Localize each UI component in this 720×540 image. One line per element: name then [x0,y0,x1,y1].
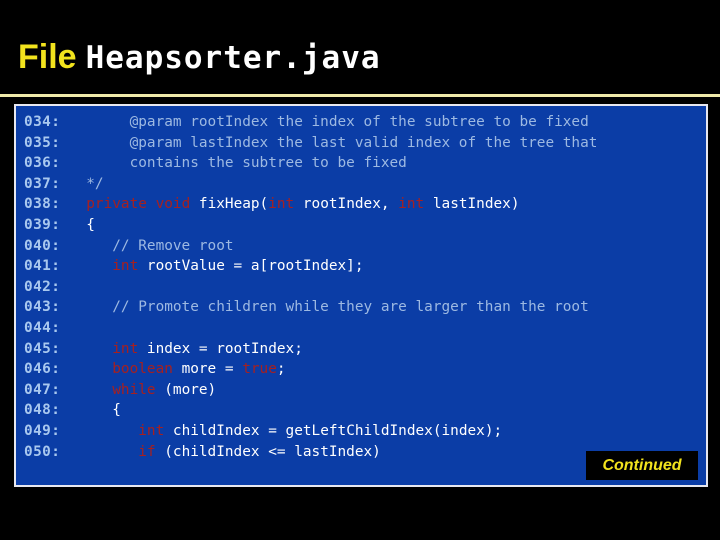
code-line-number: 047: [24,381,61,398]
code-token-kw: while [112,381,156,398]
code-token-kw: int [112,340,139,357]
code-token-txt: childIndex = getLeftChildIndex(index); [164,422,503,439]
code-token-kw: boolean [112,361,173,378]
code-line-number: 034: [24,114,61,130]
code-token-txt: rootValue = a[rootIndex]; [138,258,364,275]
code-token-txt: fixHeap( [190,196,269,213]
code-token-kw: void [155,196,191,213]
title-filename: Heapsorter.java [85,40,381,76]
code-line: 049: int childIndex = getLeftChildIndex(… [24,421,706,442]
code-token-txt: ; [276,361,286,378]
code-line-number: 040: [24,237,61,254]
code-token-kw: if [138,443,156,460]
code-token-txt: { [60,402,121,419]
code-line-number: 038: [24,196,61,213]
title-divider-rule [0,94,720,97]
code-token-kw: int [398,196,425,213]
code-token-txt: rootIndex, [294,196,399,213]
continued-badge: Continued [586,451,698,480]
code-line: 039: { [24,215,706,236]
code-token-txt: lastIndex) [424,196,520,213]
code-lines-container: 034: @param rootIndex the index of the s… [24,112,706,462]
code-line: 042: [24,277,706,298]
code-line: 045: int index = rootIndex; [24,339,706,360]
code-token-cmt: @param rootIndex the index of the subtre… [129,114,589,130]
page-title: File Heapsorter.java [18,38,381,77]
code-token-kw: true [242,361,277,378]
code-token-cmt: // Remove root [112,237,234,254]
code-line-number: 039: [24,216,61,233]
code-line: 044: [24,318,706,339]
code-line: 036: contains the subtree to be fixed [24,153,706,174]
code-line: 040: // Remove root [24,236,706,257]
code-line: 038: private void fixHeap(int rootIndex,… [24,194,706,215]
code-token-kw: int [268,196,295,213]
code-token-cmt: contains the subtree to be fixed [129,155,407,172]
slide-canvas: File Heapsorter.java 034: @param rootInde… [0,0,720,540]
code-line: 034: @param rootIndex the index of the s… [24,112,706,133]
code-line-number: 044: [24,319,61,336]
code-line-number: 046: [24,361,61,378]
code-token-kw: int [138,422,165,439]
code-token-txt: index = rootIndex; [138,340,303,357]
title-keyword-file: File [18,38,77,76]
code-token-cmt: @param lastIndex the last valid index of… [129,134,598,151]
code-line: 035: @param lastIndex the last valid ind… [24,133,706,154]
code-token-txt: { [60,216,95,233]
code-listing-panel: 034: @param rootIndex the index of the s… [14,104,708,487]
code-line-number: 050: [24,443,61,460]
code-token-txt: more = [172,361,243,378]
code-line: 048: { [24,400,706,421]
continued-badge-label: Continued [602,456,682,474]
code-line: 043: // Promote children while they are … [24,297,706,318]
code-line-number: 049: [24,422,61,439]
code-token-cmt: */ [86,175,104,192]
code-line-number: 048: [24,402,61,419]
code-token-txt: (childIndex <= lastIndex) [155,443,381,460]
code-line: 047: while (more) [24,380,706,401]
code-line: 046: boolean more = true; [24,359,706,380]
code-line: 037: */ [24,174,706,195]
code-line-number: 045: [24,340,61,357]
code-line-number: 036: [24,155,61,172]
code-line-number: 035: [24,134,61,151]
code-token-kw: private [86,196,147,213]
code-line-number: 043: [24,299,61,316]
code-token-kw: int [112,258,139,275]
code-line-number: 041: [24,258,61,275]
code-token-txt: (more) [155,381,217,398]
code-line: 041: int rootValue = a[rootIndex]; [24,256,706,277]
code-token-cmt: // Promote children while they are large… [112,299,589,316]
code-line-number: 037: [24,175,61,192]
code-line-number: 042: [24,278,61,295]
